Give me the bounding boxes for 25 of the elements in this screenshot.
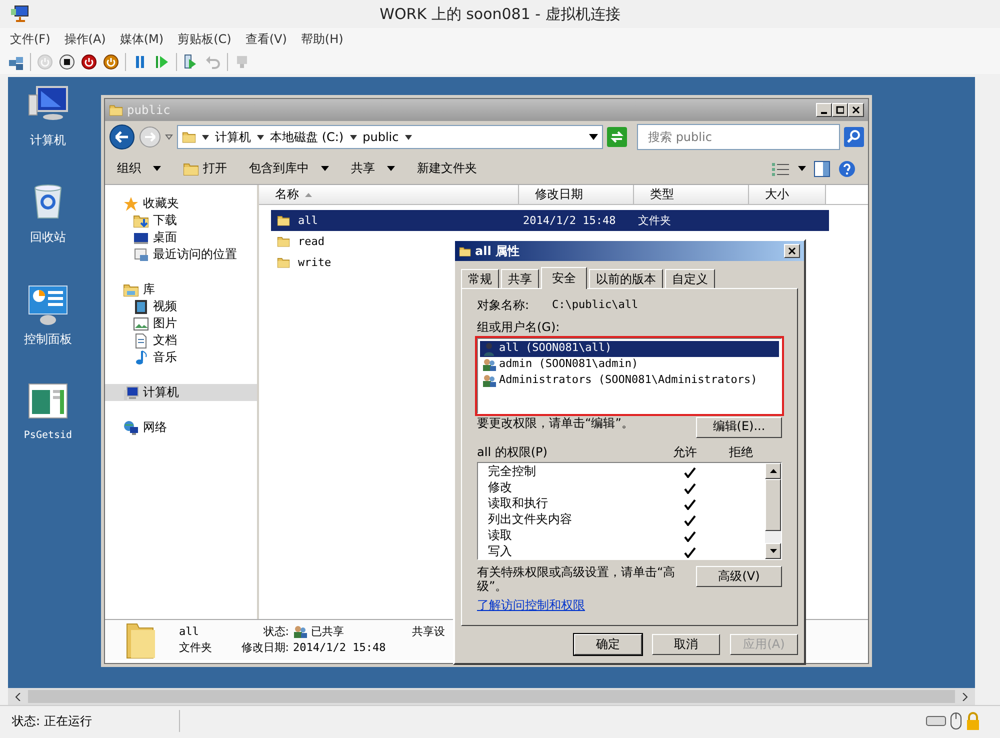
- detail-text: all: [179, 625, 200, 639]
- column-label: 允许: [673, 446, 698, 460]
- window-title: public: [127, 102, 172, 118]
- permission-name: 修改: [488, 481, 513, 496]
- permission-name: 完全控制: [488, 465, 537, 480]
- detail-text: 文件夹: [179, 641, 213, 655]
- field-label: 组或用户名(G):: [477, 320, 561, 335]
- edit-hint: 要更改权限，请单击“编辑”。: [477, 416, 634, 430]
- permission-name: 读取: [488, 529, 513, 544]
- detail-text: 2014/1/2 15:48: [293, 641, 387, 655]
- permission-name: 写入: [488, 545, 513, 560]
- permission-name: 列出文件夹内容: [488, 513, 573, 528]
- detail-text: 共享设: [412, 625, 445, 639]
- dialog-title: all 属性: [475, 244, 521, 258]
- status-text: 状态: 正在运行: [12, 710, 180, 732]
- column-label: 拒绝: [729, 446, 753, 460]
- permission-name: 读取和执行: [488, 497, 549, 512]
- permission-label: all 的权限(P): [477, 446, 548, 460]
- advanced-hint: 有关特殊权限或高级设置，请单击“高级”。: [477, 566, 676, 594]
- detail-text: 状态:: [262, 625, 289, 639]
- window-title: WORK 上的 soon081 - 虚拟机连接: [378, 4, 622, 24]
- object-path: C:\public\all: [552, 299, 638, 313]
- detail-text: 修改日期:: [240, 641, 289, 655]
- share-status: 已共享: [311, 625, 344, 639]
- field-label: 对象名称:: [477, 299, 530, 313]
